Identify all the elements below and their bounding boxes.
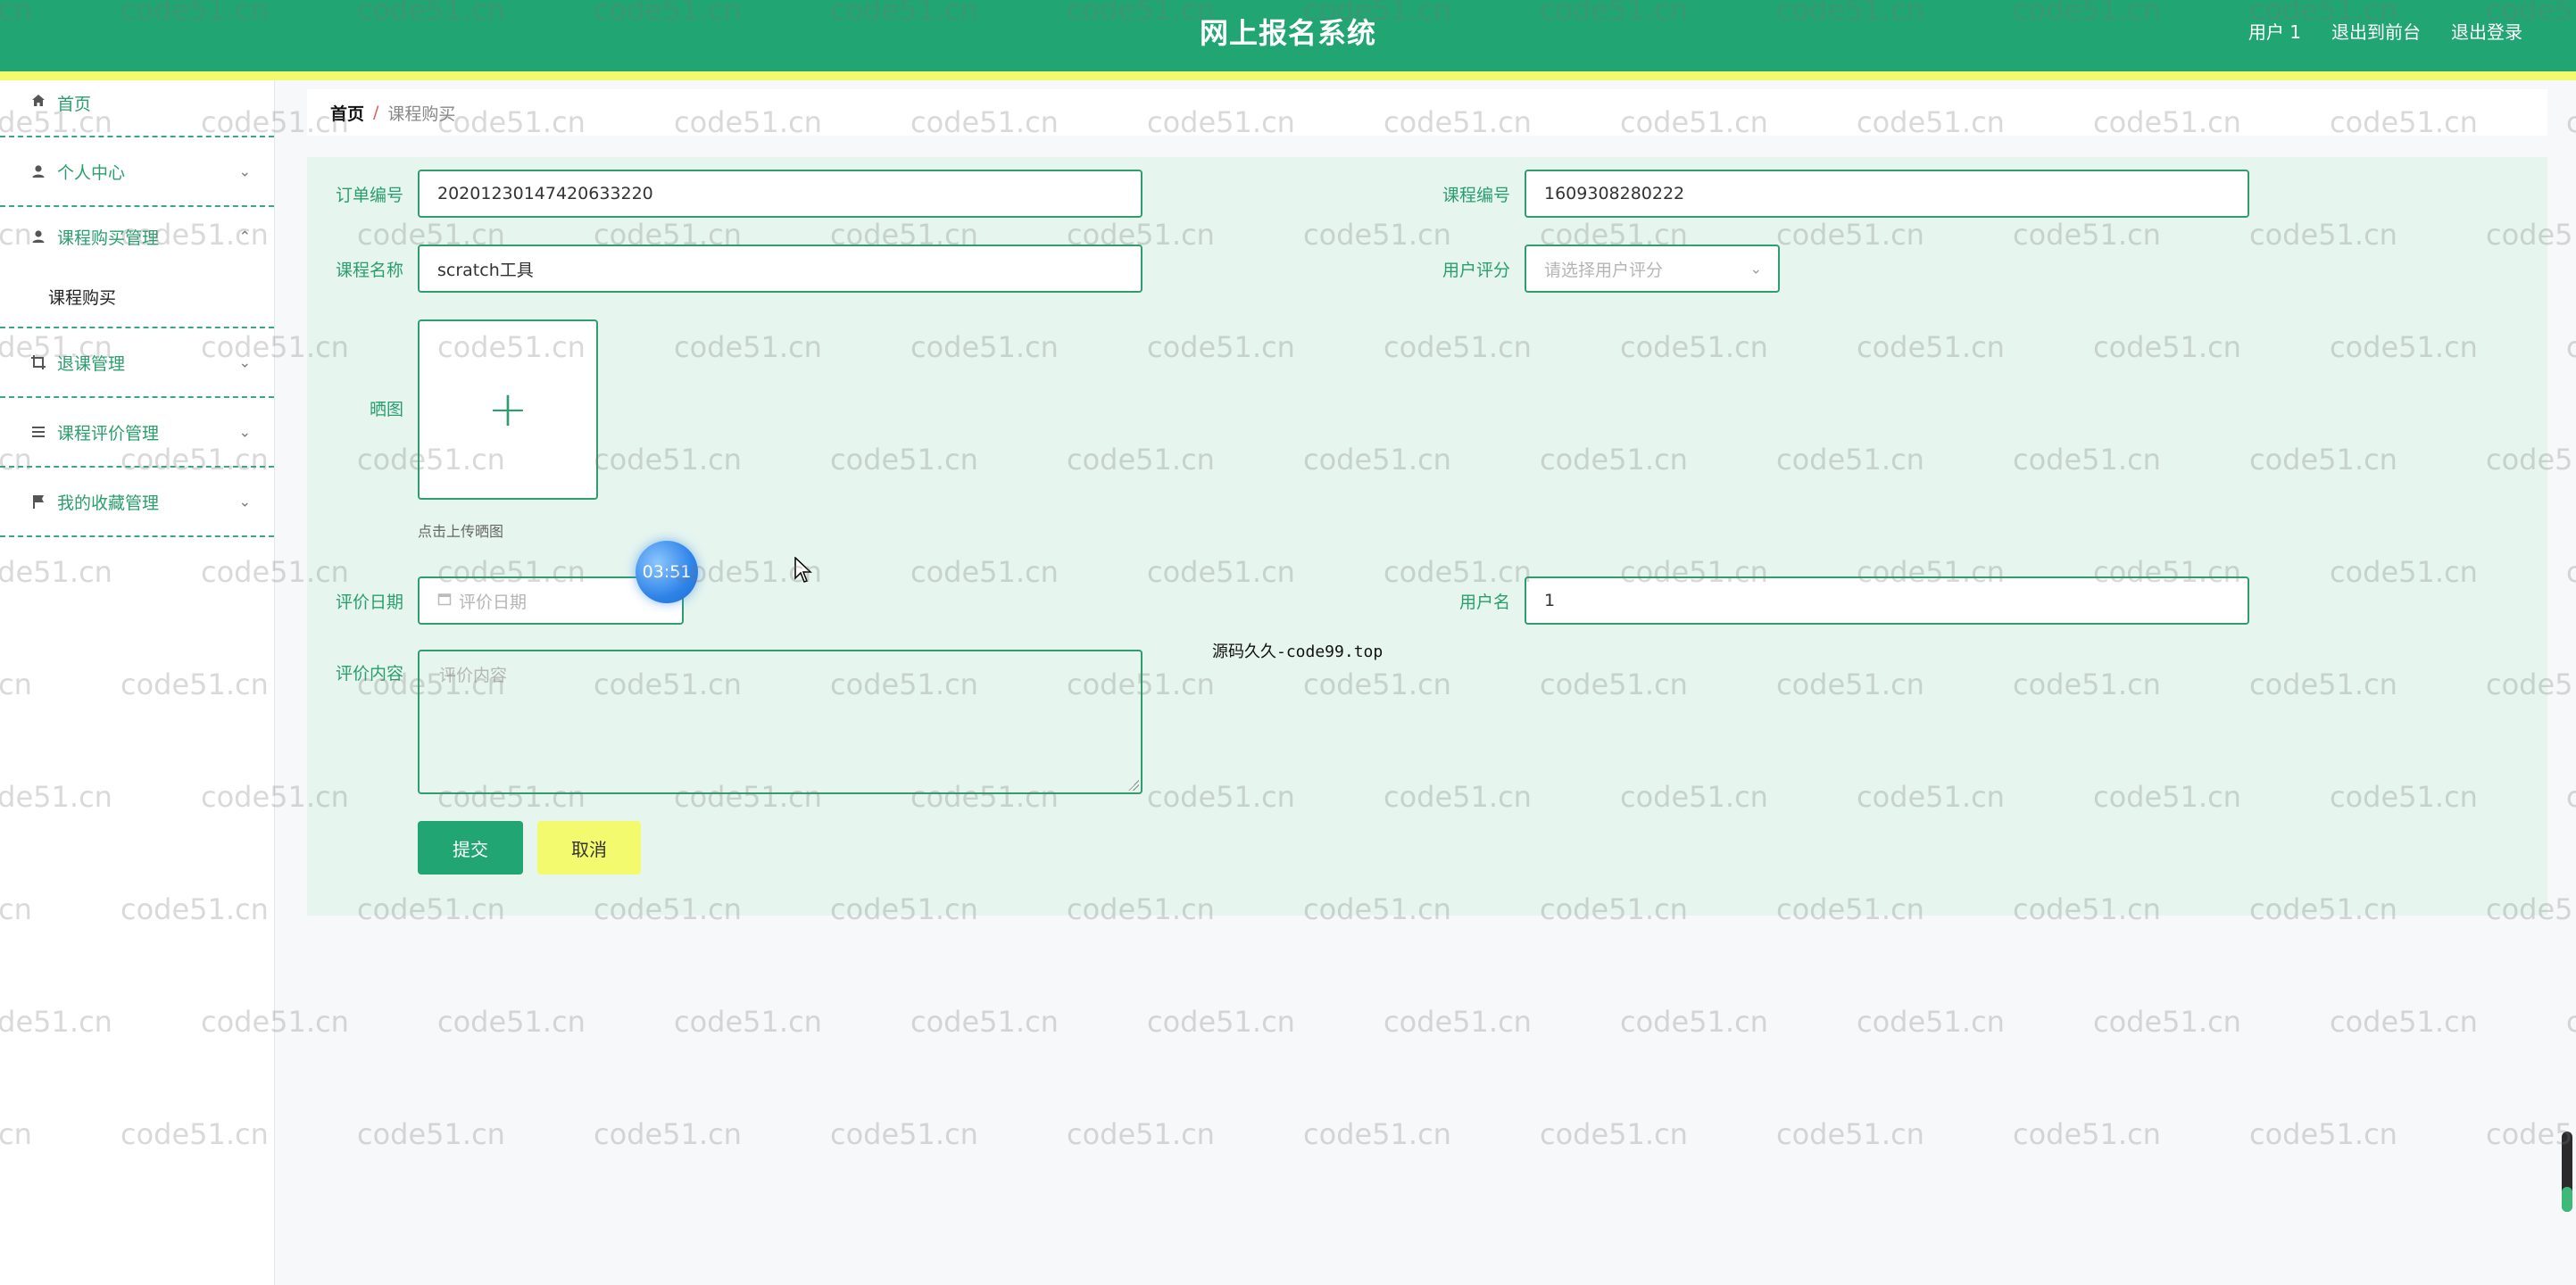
course-no-label: 课程编号 bbox=[1442, 186, 1510, 205]
sidebar-item-label: 个人中心 bbox=[57, 162, 126, 183]
source-watermark-text: 源码久久-code99.top bbox=[1212, 642, 1384, 661]
watermark-text: code51.cn bbox=[437, 1005, 586, 1039]
image-upload-button[interactable]: + bbox=[418, 319, 598, 500]
chevron-up-icon: ⌃ bbox=[238, 228, 251, 245]
user-icon bbox=[29, 162, 48, 181]
image-label: 晒图 bbox=[369, 400, 403, 419]
sidebar-item-personal-center[interactable]: 个人中心 ⌄ bbox=[0, 137, 274, 207]
sidebar-item-label: 课程评价管理 bbox=[57, 423, 160, 444]
logout-link[interactable]: 退出登录 bbox=[2451, 18, 2522, 44]
recording-timer: 03:51 bbox=[636, 541, 698, 603]
order-no-field[interactable]: 20201230147420633220 bbox=[418, 170, 1143, 218]
watermark-text: code51.cn bbox=[2566, 1005, 2576, 1039]
cancel-button[interactable]: 取消 bbox=[537, 821, 641, 875]
chevron-down-icon: ⌄ bbox=[238, 353, 251, 371]
back-to-front-link[interactable]: 退出到前台 bbox=[2331, 18, 2421, 44]
submenu-item-course-purchase[interactable]: 课程购买 bbox=[0, 266, 274, 328]
watermark-text: code51.cn bbox=[830, 1117, 978, 1151]
watermark-text: code51.cn bbox=[1303, 1117, 1451, 1151]
crop-icon bbox=[29, 352, 48, 372]
watermark-text: code51.cn bbox=[674, 1005, 822, 1039]
current-user-link[interactable]: 用户 1 bbox=[2248, 18, 2301, 44]
sidebar-item-course-withdraw[interactable]: 退课管理 ⌄ bbox=[0, 328, 274, 398]
top-header: 网上报名系统 用户 1 退出到前台 退出登录 bbox=[0, 0, 2576, 71]
watermark-text: code51.cn bbox=[2566, 555, 2576, 589]
rating-label: 用户评分 bbox=[1442, 261, 1510, 280]
content-placeholder: 评价内容 bbox=[439, 666, 508, 685]
chevron-down-icon: ⌄ bbox=[238, 162, 251, 180]
username-field[interactable]: 1 bbox=[1525, 576, 2249, 625]
sidebar-item-course-purchase-mgmt[interactable]: 课程购买管理 ⌃ bbox=[0, 207, 274, 266]
sidebar-item-course-review[interactable]: 课程评价管理 ⌄ bbox=[0, 398, 274, 468]
watermark-text: code51.cn bbox=[1857, 1005, 2005, 1039]
course-no-field[interactable]: 1609308280222 bbox=[1525, 170, 2249, 218]
course-name-field[interactable]: scratch工具 bbox=[418, 245, 1143, 293]
list-icon bbox=[29, 422, 48, 442]
watermark-text: code51.cn bbox=[2330, 1005, 2478, 1039]
content-label: 评价内容 bbox=[335, 664, 403, 684]
breadcrumb: 首页 / 课程购买 bbox=[307, 89, 2547, 136]
header-links: 用户 1 退出到前台 退出登录 bbox=[2248, 18, 2522, 44]
sidebar-item-home[interactable]: 首页 bbox=[0, 80, 274, 137]
upload-hint: 点击上传晒图 bbox=[418, 523, 504, 540]
course-no-value: 1609308280222 bbox=[1544, 184, 1685, 203]
course-name-value: scratch工具 bbox=[437, 260, 534, 280]
watermark-text: code51.cn bbox=[357, 1117, 505, 1151]
watermark-text: code51.cn bbox=[1147, 1005, 1295, 1039]
breadcrumb-home[interactable]: 首页 bbox=[330, 101, 364, 125]
watermark-text: code51.cn bbox=[2249, 1117, 2397, 1151]
course-name-label: 课程名称 bbox=[335, 261, 403, 280]
home-icon bbox=[29, 91, 48, 111]
sidebar-item-label: 课程购买管理 bbox=[57, 228, 160, 248]
app-title: 网上报名系统 bbox=[1199, 16, 1376, 50]
submit-button[interactable]: 提交 bbox=[418, 821, 523, 875]
sidebar-item-label: 首页 bbox=[57, 95, 92, 114]
username-value: 1 bbox=[1544, 591, 1556, 610]
scrollbar-indicator bbox=[2562, 1187, 2572, 1212]
rating-placeholder: 请选择用户评分 bbox=[1544, 260, 1664, 280]
mouse-cursor-icon bbox=[794, 556, 812, 587]
username-label: 用户名 bbox=[1458, 593, 1510, 612]
date-placeholder: 评价日期 bbox=[459, 592, 528, 612]
watermark-text: code51.cn bbox=[1540, 1117, 1688, 1151]
sidebar-item-label: 退课管理 bbox=[57, 353, 126, 374]
chevron-down-icon: ⌄ bbox=[238, 493, 251, 510]
watermark-text: code51.cn bbox=[2013, 1117, 2161, 1151]
watermark-text: code51.cn bbox=[1067, 1117, 1215, 1151]
chevron-down-icon: ⌄ bbox=[1749, 260, 1762, 278]
header-accent-stripe bbox=[0, 71, 2576, 80]
order-no-label: 订单编号 bbox=[335, 186, 403, 205]
watermark-text: code51.cn bbox=[2566, 330, 2576, 364]
rating-select[interactable]: 请选择用户评分 ⌄ bbox=[1525, 245, 1780, 293]
watermark-text: code51.cn bbox=[2566, 780, 2576, 814]
sidebar-item-label: 我的收藏管理 bbox=[57, 493, 160, 513]
watermark-text: code51.cn bbox=[1384, 1005, 1532, 1039]
content-textarea[interactable]: 评价内容 bbox=[418, 650, 1143, 794]
watermark-text: code51.cn bbox=[910, 1005, 1059, 1039]
watermark-text: code51.cn bbox=[2566, 105, 2576, 139]
sidebar-item-favorites[interactable]: 我的收藏管理 ⌄ bbox=[0, 468, 274, 537]
resize-handle[interactable] bbox=[1128, 780, 1139, 791]
plus-icon: + bbox=[487, 381, 528, 437]
calendar-icon bbox=[437, 591, 452, 610]
watermark-text: code51.cn bbox=[2093, 1005, 2241, 1039]
date-label: 评价日期 bbox=[335, 593, 403, 612]
watermark-text: code51.cn bbox=[594, 1117, 742, 1151]
sidebar: 首页 个人中心 ⌄ 课程购买管理 ⌃ 课程购买 退课管理 ⌄ 课程评价管理 ⌄ … bbox=[0, 80, 275, 1285]
chevron-down-icon: ⌄ bbox=[238, 423, 251, 441]
breadcrumb-separator: / bbox=[373, 103, 379, 122]
watermark-text: code51.cn bbox=[1776, 1117, 1924, 1151]
user-icon bbox=[29, 227, 48, 246]
breadcrumb-current: 课程购买 bbox=[387, 104, 456, 124]
flag-icon bbox=[29, 492, 48, 511]
watermark-text: code51.cn bbox=[1620, 1005, 1768, 1039]
order-no-value: 20201230147420633220 bbox=[437, 184, 653, 203]
